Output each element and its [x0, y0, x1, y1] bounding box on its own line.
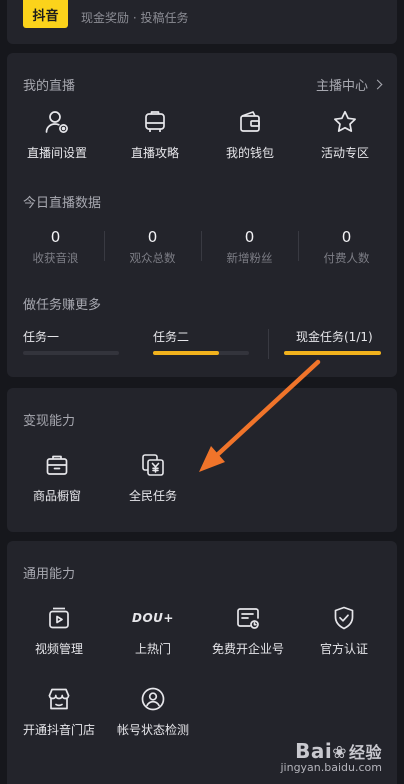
- stat-sound-waves: 0 收获音浪: [7, 228, 104, 266]
- wallet-icon: [235, 107, 265, 137]
- baidu-logo: Bai❀ 经验: [280, 739, 382, 763]
- business-card-icon: [233, 603, 263, 633]
- task-progress-fill: [284, 351, 381, 355]
- stat-new-fans: 0 新增粉丝: [201, 228, 298, 266]
- grid-item-my-wallet[interactable]: 我的钱包: [207, 107, 293, 161]
- stat-label: 收获音浪: [32, 251, 79, 265]
- grid-item-label: 活动专区: [320, 146, 369, 160]
- grid-item-label: 帐号状态检测: [116, 723, 189, 737]
- tasks-title: 做任务赚更多: [23, 298, 102, 313]
- task-progress-fill: [153, 351, 219, 355]
- grid-item-free-business-account[interactable]: 免费开企业号: [205, 603, 291, 657]
- streamer-center-link[interactable]: 主播中心: [315, 75, 383, 94]
- video-manage-icon: [44, 603, 74, 633]
- task-label: 现金任务(1/1): [296, 330, 373, 344]
- today-live-data-title: 今日直播数据: [23, 196, 102, 211]
- stat-paying-users: 0 付费人数: [298, 228, 395, 266]
- baidu-logo-suffix: 经验: [348, 743, 382, 762]
- shop-bag-icon: [42, 450, 72, 480]
- grid-item-label: 商品橱窗: [32, 489, 81, 503]
- baidu-jingyan-watermark: Bai❀ 经验 jingyan.baidu.com: [280, 739, 382, 774]
- baidu-logo-text: Bai: [295, 739, 333, 763]
- star-icon: [330, 107, 360, 137]
- top-banner-card[interactable]: 抖音 现金奖励 · 投稿任务: [7, 0, 397, 44]
- grid-item-product-showcase[interactable]: 商品橱窗: [14, 450, 100, 504]
- stat-label: 新增粉丝: [226, 251, 273, 265]
- grid-item-label: 全民任务: [128, 489, 177, 503]
- my-live-title: 我的直播: [23, 79, 76, 94]
- stat-total-viewers: 0 观众总数: [104, 228, 201, 266]
- shield-check-icon: [329, 603, 359, 633]
- luggage-icon: [140, 107, 170, 137]
- user-gear-icon: [42, 107, 72, 137]
- douyin-logo-badge: 抖音: [23, 0, 68, 28]
- grid-item-label: 我的钱包: [225, 146, 274, 160]
- task-divider: [268, 329, 269, 359]
- stat-value: 0: [50, 228, 61, 246]
- stat-label: 观众总数: [129, 251, 176, 265]
- monetization-card: 变现能力 商品橱窗 全民任务: [7, 388, 397, 532]
- grid-item-activity-zone[interactable]: 活动专区: [302, 107, 388, 161]
- streamer-center-label: 主播中心: [315, 79, 368, 94]
- grid-item-label: 官方认证: [319, 642, 368, 656]
- watermark-url: jingyan.baidu.com: [280, 761, 382, 774]
- task-progress-track: [23, 351, 119, 355]
- grid-item-label: 直播攻略: [130, 146, 179, 160]
- grid-item-label: 上热门: [134, 642, 171, 656]
- grid-item-video-management[interactable]: 视频管理: [16, 603, 102, 657]
- account-check-icon: [138, 684, 168, 714]
- stat-value: 0: [244, 228, 255, 246]
- general-abilities-title: 通用能力: [23, 567, 76, 582]
- grid-item-live-guide[interactable]: 直播攻略: [112, 107, 198, 161]
- task-label: 任务二: [153, 330, 190, 344]
- paw-icon: ❀: [332, 743, 347, 763]
- stat-label: 付费人数: [323, 251, 370, 265]
- task-label: 任务一: [23, 330, 60, 344]
- chevron-right-icon: [372, 79, 383, 90]
- top-subtitle: 现金奖励 · 投稿任务: [81, 11, 189, 25]
- grid-item-universal-tasks[interactable]: 全民任务: [110, 450, 196, 504]
- grid-item-label: 视频管理: [34, 642, 83, 656]
- monetization-title: 变现能力: [23, 414, 76, 429]
- grid-item-official-verification[interactable]: 官方认证: [301, 603, 387, 657]
- yuan-card-icon: [138, 450, 168, 480]
- grid-item-account-status-check[interactable]: 帐号状态检测: [110, 684, 196, 738]
- grid-item-label: 开通抖音门店: [22, 723, 95, 737]
- grid-item-label: 直播间设置: [26, 146, 87, 160]
- storefront-icon: [44, 684, 74, 714]
- dou-plus-icon: DOU+: [128, 603, 178, 633]
- my-live-card: 我的直播 主播中心 直播间设置 直播攻略 我的钱包 活动专区 今日直播数据 0 …: [7, 53, 397, 377]
- grid-item-live-room-settings[interactable]: 直播间设置: [14, 107, 100, 161]
- grid-item-go-trending[interactable]: DOU+ 上热门: [110, 603, 196, 657]
- dou-plus-glyph: DOU+: [132, 611, 174, 625]
- grid-item-label: 免费开企业号: [211, 642, 284, 656]
- stat-value: 0: [147, 228, 158, 246]
- grid-item-open-store[interactable]: 开通抖音门店: [16, 684, 102, 738]
- stat-value: 0: [341, 228, 352, 246]
